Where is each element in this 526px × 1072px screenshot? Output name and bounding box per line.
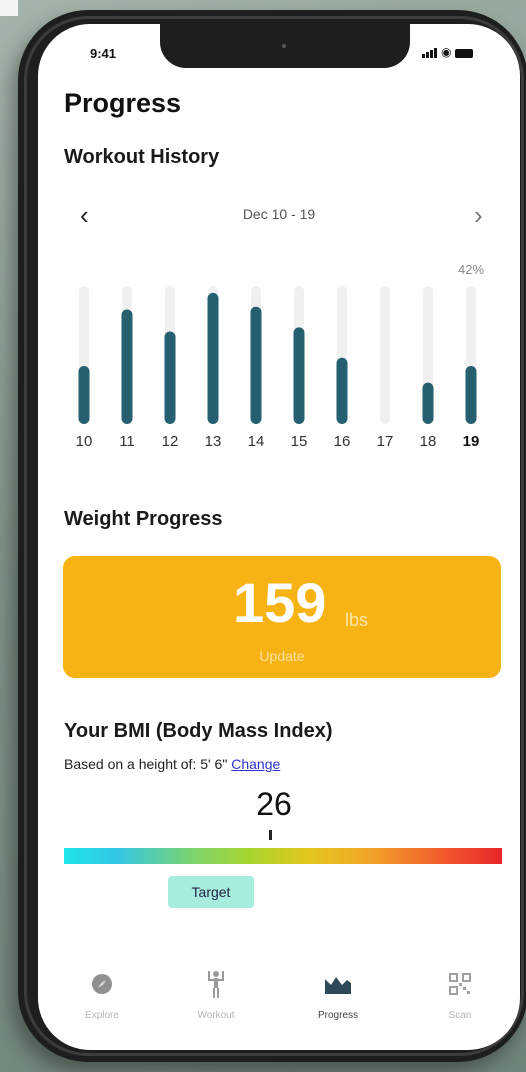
day-label-17: 17 [377,433,394,450]
weight-unit: lbs [345,610,369,630]
compass-icon [52,964,152,1004]
day-label-14: 14 [248,433,265,450]
bar-track [380,286,390,424]
day-label-12: 12 [162,433,179,450]
chart-bar-11[interactable] [121,309,133,424]
corner-mark [0,0,18,16]
target-badge: Target [168,876,254,908]
qr-code-icon [410,964,510,1004]
chart-bar-19[interactable] [465,366,477,424]
tab-label: Workout [197,1010,235,1021]
day-label-15: 15 [291,433,308,450]
tab-bar: Explore Workout Progress Scan [38,964,520,1050]
person-weights-icon [166,964,266,1004]
chart-bar-14[interactable] [250,306,262,424]
day-label-11: 11 [119,433,135,450]
chart-bar-13[interactable] [207,292,219,424]
bmi-height-text: Based on a height of: 5' 6" Change [64,756,280,772]
tab-explore[interactable]: Explore [52,964,152,1021]
phone-screen: 9:41 ◉ Progress Workout History ‹ Dec 10… [38,24,520,1050]
weight-value: 159 [233,571,327,634]
day-label-19: 19 [463,433,480,450]
height-label: Based on a height of: 5' 6" [64,756,228,772]
day-label-16: 16 [334,433,351,450]
chart-bar-18[interactable] [422,382,434,424]
chart-bar-12[interactable] [164,331,176,424]
tab-progress[interactable]: Progress [288,964,388,1021]
weight-progress-title: Weight Progress [64,508,223,530]
tab-label: Scan [448,1010,472,1021]
chart-bar-10[interactable] [78,366,90,424]
day-label-10: 10 [76,433,93,450]
update-button[interactable]: Update [63,648,501,664]
change-link[interactable]: Change [231,756,280,772]
tab-scan[interactable]: Scan [410,964,510,1021]
day-label-18: 18 [420,433,437,450]
day-label-13: 13 [205,433,222,450]
weight-card[interactable]: 159 lbs Update [63,556,501,678]
bmi-value: 26 [256,786,292,822]
chart-bar-16[interactable] [336,357,348,424]
workout-chart: 10 11 12 13 14 15 16 17 18 19 [76,286,480,450]
tab-workout[interactable]: Workout [166,964,266,1021]
chart-bar-15[interactable] [293,327,305,424]
chart-icon [288,964,388,1004]
bmi-marker [269,830,272,840]
bmi-scale [64,848,502,864]
tab-label: Explore [85,1010,119,1021]
bmi-title: Your BMI (Body Mass Index) [64,720,333,742]
tab-label: Progress [317,1010,358,1021]
